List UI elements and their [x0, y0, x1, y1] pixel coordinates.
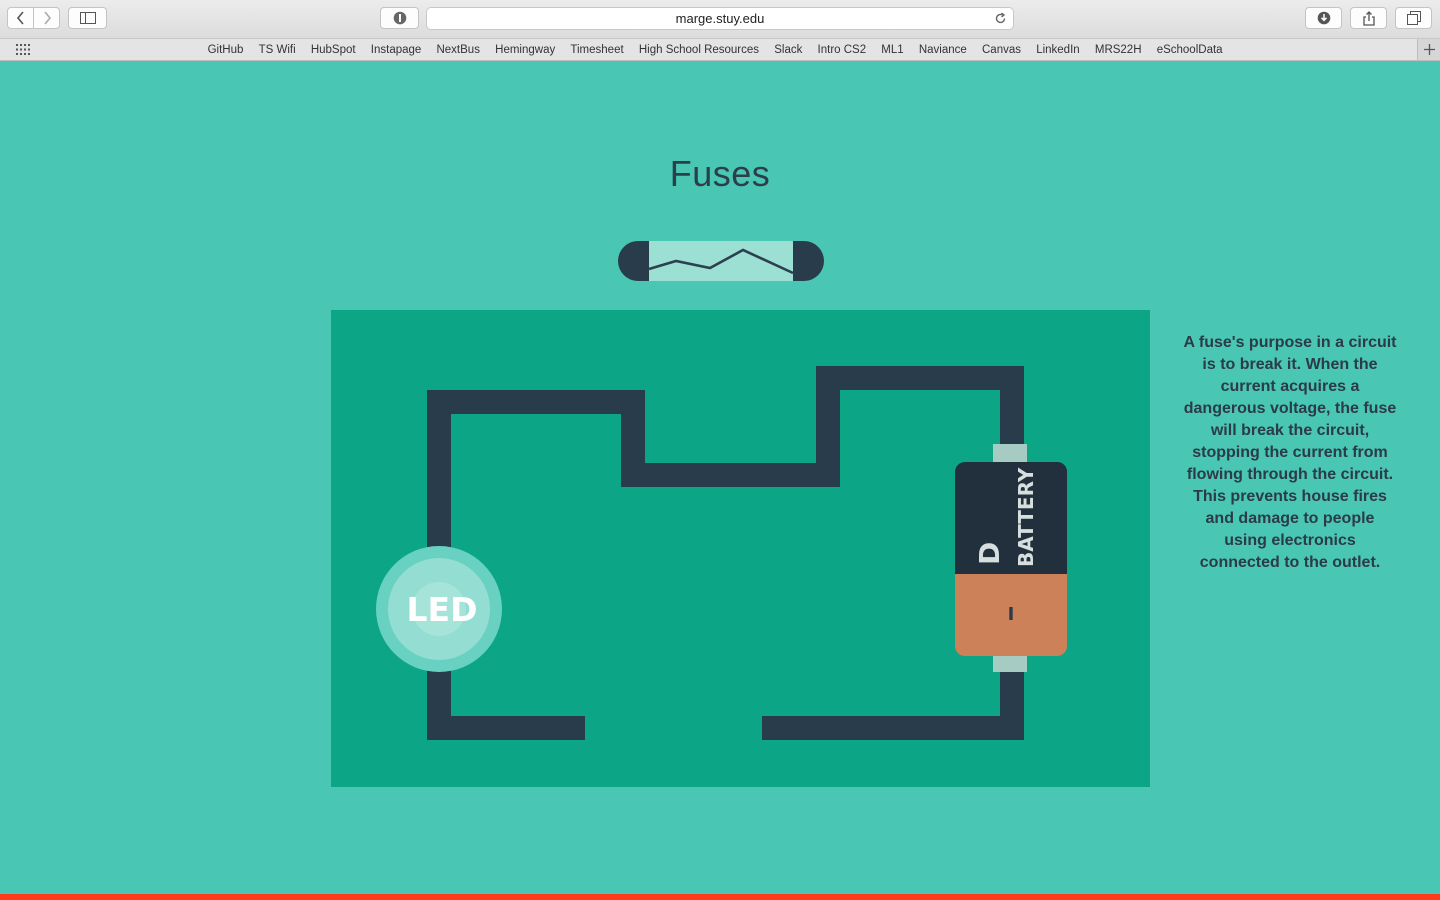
- battery-label: BATTERY: [1014, 467, 1038, 567]
- share-icon: [1362, 10, 1375, 26]
- sidebar-button[interactable]: [68, 7, 107, 29]
- bookmark-mrs22h[interactable]: MRS22H: [1087, 44, 1149, 56]
- bookmark-instapage[interactable]: Instapage: [363, 44, 429, 56]
- bookmarks-bar: GitHub TS Wifi HubSpot Instapage NextBus…: [0, 39, 1440, 61]
- share-button[interactable]: [1350, 7, 1387, 29]
- shield-icon: [393, 11, 406, 25]
- bookmark-ts-wifi[interactable]: TS Wifi: [251, 44, 303, 56]
- url-text: marge.stuy.edu: [675, 11, 765, 26]
- bookmark-slack[interactable]: Slack: [767, 44, 810, 56]
- battery-size-label: D: [973, 542, 1006, 565]
- grid-icon[interactable]: [16, 44, 30, 55]
- bookmark-high-school-resources[interactable]: High School Resources: [631, 44, 766, 56]
- download-icon: [1317, 11, 1330, 25]
- bookmark-list: GitHub TS Wifi HubSpot Instapage NextBus…: [200, 39, 1230, 60]
- reload-icon[interactable]: [994, 12, 1007, 25]
- fuse-illustration: [618, 241, 824, 281]
- address-bar[interactable]: marge.stuy.edu: [426, 7, 1014, 30]
- bookmark-naviance[interactable]: Naviance: [911, 44, 974, 56]
- chevron-left-icon: [16, 11, 24, 25]
- fuse-description: A fuse's purpose in a circuit is to brea…: [1183, 334, 1397, 571]
- privacy-extension-button[interactable]: [380, 7, 419, 29]
- circuit-wires: [427, 366, 1024, 740]
- plus-icon: [1424, 44, 1435, 55]
- browser-toolbar: marge.stuy.edu: [0, 0, 1440, 39]
- bookmark-github[interactable]: GitHub: [200, 44, 251, 56]
- circuit-diagram: LED D BATTERY I: [376, 366, 1067, 740]
- bookmark-timesheet[interactable]: Timesheet: [563, 44, 631, 56]
- bookmark-hubspot[interactable]: HubSpot: [303, 44, 363, 56]
- led-label: LED: [407, 590, 478, 629]
- page-title: Fuses: [669, 153, 771, 194]
- circuit-board: LED D BATTERY I: [331, 310, 1150, 787]
- bookmark-intro-cs2[interactable]: Intro CS2: [810, 44, 874, 56]
- chevron-right-icon: [43, 11, 51, 25]
- forward-button[interactable]: [33, 7, 60, 29]
- sidebar-icon: [79, 12, 96, 24]
- new-tab-button[interactable]: [1417, 39, 1440, 60]
- d-battery: D BATTERY I: [955, 444, 1067, 672]
- page-content: Fuses LED D BATTERY I A fuse's purpose i…: [0, 61, 1440, 894]
- bookmark-eschooldata[interactable]: eSchoolData: [1149, 44, 1230, 56]
- downloads-button[interactable]: [1305, 7, 1342, 29]
- led-component: LED: [376, 546, 502, 672]
- tabs-overview-button[interactable]: [1395, 7, 1432, 29]
- battery-mark: I: [1008, 604, 1015, 625]
- back-button[interactable]: [7, 7, 34, 29]
- tabs-icon: [1406, 11, 1421, 25]
- bookmark-linkedin[interactable]: LinkedIn: [1029, 44, 1088, 56]
- bookmark-hemingway[interactable]: Hemingway: [488, 44, 563, 56]
- bookmark-ml1[interactable]: ML1: [874, 44, 912, 56]
- bottom-accent-bar: [0, 894, 1440, 900]
- bookmark-nextbus[interactable]: NextBus: [429, 44, 488, 56]
- bookmark-canvas[interactable]: Canvas: [974, 44, 1028, 56]
